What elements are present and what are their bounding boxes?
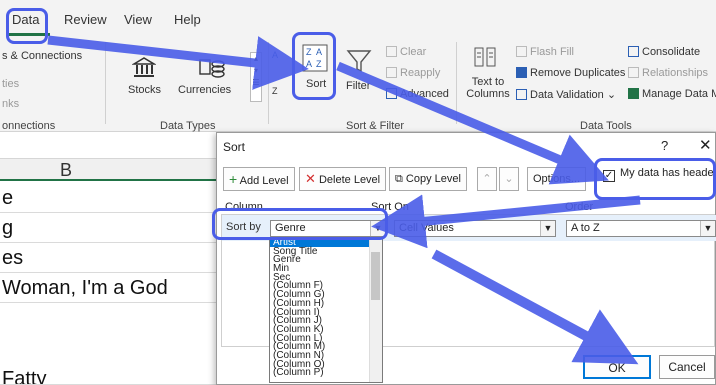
annotation-arrows [47,35,641,365]
